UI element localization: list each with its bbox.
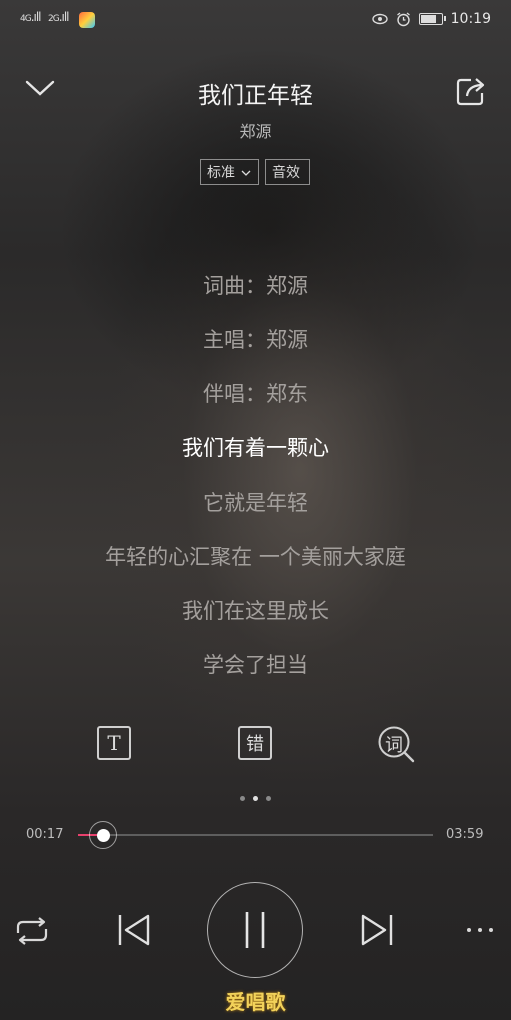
battery-icon — [418, 13, 446, 25]
lyric-line: 我们在这里成长 — [182, 599, 329, 623]
pause-icon — [245, 912, 265, 948]
lyric-line: 词曲：郑源 — [203, 274, 308, 298]
page-dot — [266, 796, 271, 801]
lyric-line: 主唱：郑源 — [203, 328, 308, 352]
page-dot — [240, 796, 245, 801]
previous-icon[interactable] — [116, 912, 152, 948]
song-title: 我们正年轻 — [198, 83, 313, 109]
watermark-text: 爱唱歌 — [225, 990, 286, 1014]
quality-select[interactable]: 标准 — [200, 159, 259, 185]
app-notification-icon — [79, 12, 95, 28]
artist-name: 郑源 — [239, 122, 272, 141]
progress-track[interactable] — [78, 834, 433, 836]
pause-button[interactable] — [207, 882, 303, 978]
sound-effect-button[interactable]: 音效 — [265, 159, 310, 185]
repeat-icon[interactable] — [13, 915, 51, 947]
report-error-icon: 错 — [246, 734, 264, 755]
signal-label-secondary: 2G — [48, 14, 60, 24]
font-size-icon: T — [107, 731, 121, 755]
lyric-line: 年轻的心汇聚在 一个美丽大家庭 — [105, 545, 406, 569]
signal-icon: 4G.ıll — [20, 10, 42, 24]
status-right: 10:19 — [371, 11, 491, 27]
clock-time: 10:19 — [450, 11, 491, 27]
signal-icon-secondary: 2G.ıll — [48, 10, 70, 24]
status-bar: 4G.ıll 2G.ıll 10:19 — [0, 0, 511, 40]
sound-effect-label: 音效 — [272, 165, 300, 181]
more-options-icon[interactable] — [464, 924, 496, 936]
total-time: 03:59 — [446, 827, 484, 842]
next-icon[interactable] — [359, 912, 395, 948]
eye-comfort-icon — [371, 13, 388, 25]
lyrics-search-glyph: 词 — [385, 735, 403, 756]
signal-label: 4G — [20, 14, 32, 24]
chevron-down-icon — [241, 170, 251, 176]
report-error-button[interactable]: 错 — [238, 726, 272, 760]
elapsed-time: 00:17 — [26, 827, 64, 842]
quality-label: 标准 — [207, 165, 235, 181]
page-indicator — [0, 796, 511, 801]
lyric-line: 学会了担当 — [203, 653, 308, 677]
lyric-line: 它就是年轻 — [203, 491, 308, 515]
lyrics-search-button[interactable]: 词 — [378, 726, 415, 763]
lyric-line-current: 我们有着一颗心 — [182, 436, 329, 460]
page-dot-active — [253, 796, 258, 801]
font-size-button[interactable]: T — [97, 726, 131, 760]
lyric-line: 伴唱：郑东 — [203, 382, 308, 406]
progress-thumb[interactable] — [89, 821, 117, 849]
alarm-icon — [396, 11, 410, 26]
